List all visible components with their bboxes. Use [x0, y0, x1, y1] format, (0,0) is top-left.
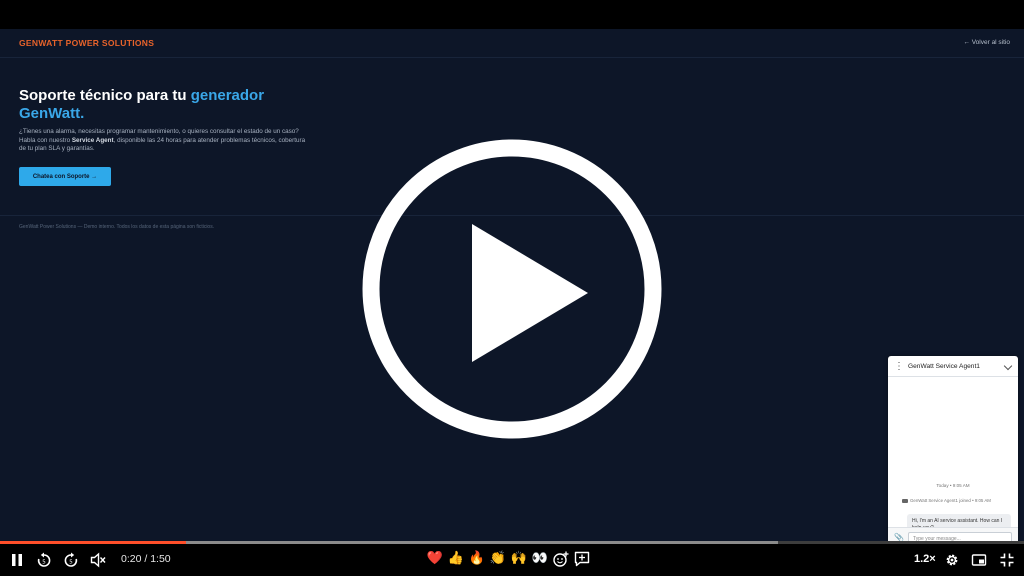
pause-icon[interactable]: [9, 552, 25, 568]
rewind-5-icon[interactable]: 5: [36, 552, 52, 568]
hero-title-text: Soporte técnico para tu: [19, 87, 191, 104]
add-comment-icon[interactable]: [573, 550, 591, 568]
player-controls: 5 5 0:20 / 1:50 ❤️ 👍 🔥 👏 🙌 👀 1.2×: [0, 544, 1024, 576]
hero-description: ¿Tienes una alarma, necesitas programar …: [19, 128, 309, 154]
bot-icon: [902, 498, 908, 503]
chat-widget: ⋮ GenWatt Service Agent1 Today • 9:05 AM…: [888, 356, 1018, 547]
clap-reaction-icon[interactable]: 👏: [489, 550, 507, 568]
footer-note: GenWatt Power Solutions — Demo interno. …: [19, 224, 215, 230]
back-to-site-link[interactable]: ← Volver al sitio: [963, 39, 1010, 46]
hero-title: Soporte técnico para tu generador GenWat…: [19, 87, 279, 123]
forward-5-icon[interactable]: 5: [63, 552, 79, 568]
mute-icon[interactable]: [90, 552, 106, 568]
play-overlay-icon[interactable]: [360, 137, 664, 441]
time-display: 0:20 / 1:50: [121, 553, 171, 565]
brand-logo-text: GENWATT POWER SOLUTIONS: [19, 38, 155, 48]
exit-fullscreen-icon[interactable]: [999, 552, 1015, 568]
more-options-icon[interactable]: ⋮: [894, 361, 904, 372]
heart-reaction-icon[interactable]: ❤️: [426, 550, 444, 568]
raised-hands-reaction-icon[interactable]: 🙌: [510, 550, 528, 568]
chat-messages: Today • 9:05 AM GenWatt Service Agent1 j…: [888, 377, 1018, 546]
site-header: GENWATT POWER SOLUTIONS ← Volver al siti…: [0, 29, 1024, 58]
settings-gear-icon[interactable]: [944, 552, 960, 568]
eyes-reaction-icon[interactable]: 👀: [531, 550, 549, 568]
chat-joined-notice: GenWatt Service Agent1 joined • 9:05 AM: [902, 498, 991, 503]
joined-text: GenWatt Service Agent1 joined • 9:05 AM: [910, 498, 991, 503]
video-frame[interactable]: GENWATT POWER SOLUTIONS ← Volver al siti…: [0, 29, 1024, 547]
thumbs-up-reaction-icon[interactable]: 👍: [447, 550, 465, 568]
chat-with-support-button[interactable]: Chatea con Soporte →: [19, 167, 111, 186]
fire-reaction-icon[interactable]: 🔥: [468, 550, 486, 568]
add-emoji-icon[interactable]: [552, 550, 570, 568]
chat-title: GenWatt Service Agent1: [908, 362, 980, 370]
reactions-bar: ❤️ 👍 🔥 👏 🙌 👀: [426, 550, 591, 570]
svg-text:5: 5: [69, 560, 73, 566]
hero-text-bold: Service Agent: [71, 136, 114, 144]
chevron-down-icon[interactable]: [1003, 361, 1013, 371]
picture-in-picture-icon[interactable]: [971, 552, 987, 568]
svg-text:5: 5: [42, 560, 46, 566]
playback-speed-button[interactable]: 1.2×: [914, 553, 936, 565]
chat-date-label: Today • 9:05 AM: [936, 483, 970, 488]
chat-header: ⋮ GenWatt Service Agent1: [888, 356, 1018, 377]
